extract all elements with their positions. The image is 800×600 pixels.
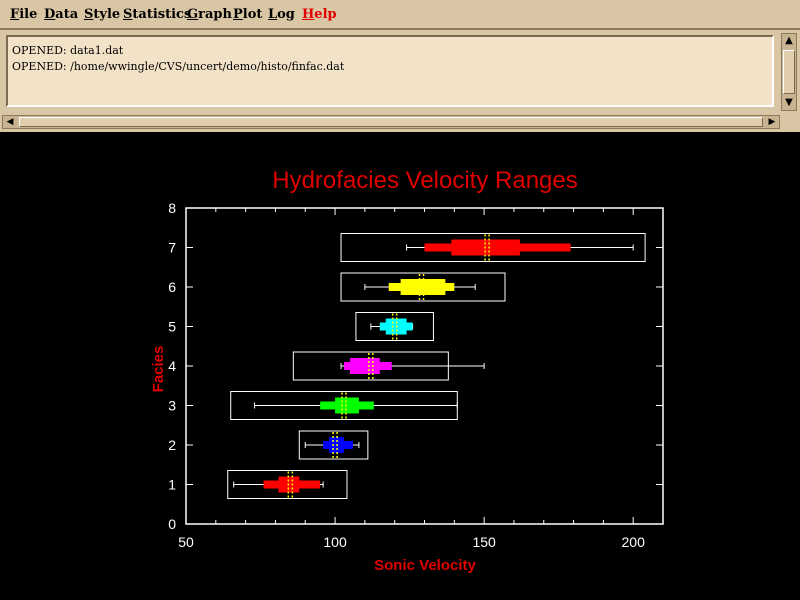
menu-bar: File Data Style Statistics Graph Plot Log Help xyxy=(0,0,800,30)
x-tick-label: 200 xyxy=(622,534,646,550)
box-plot-chart: Hydrofacies Velocity Ranges 50 100 150 200 0 1… xyxy=(150,167,664,574)
x-tick-label: 150 xyxy=(472,534,496,550)
y-tick-label: 4 xyxy=(168,358,176,374)
y-tick-label: 7 xyxy=(168,240,176,256)
menu-statistics[interactable]: Statistics xyxy=(123,7,191,22)
facies-3-inner-box xyxy=(335,397,359,414)
menu-help[interactable]: Help xyxy=(302,7,337,22)
menu-log[interactable]: Log xyxy=(268,7,295,22)
vertical-scrollbar[interactable]: ▲ ▼ xyxy=(781,33,797,111)
y-tick-label: 3 xyxy=(168,398,176,414)
y-axis-label: Facies xyxy=(150,346,167,393)
facies-4-inner-box xyxy=(349,358,380,374)
menu-plot[interactable]: Plot xyxy=(233,7,262,22)
scroll-down-arrow-icon[interactable]: ▼ xyxy=(782,96,796,110)
log-text-area[interactable]: OPENED: data1.dat OPENED: /home/wwingle/… xyxy=(6,35,774,107)
menu-data[interactable]: Data xyxy=(44,7,78,22)
menu-graph[interactable]: Graph xyxy=(187,7,232,22)
y-tick-label: 1 xyxy=(168,477,176,493)
menu-file[interactable]: File xyxy=(10,7,37,22)
x-tick-label: 50 xyxy=(178,534,194,550)
y-tick-label: 5 xyxy=(168,319,176,335)
plot-area: Hydrofacies Velocity Ranges 50 100 150 200 0 1… xyxy=(0,132,800,600)
horizontal-scroll-thumb[interactable] xyxy=(19,117,763,127)
horizontal-scrollbar[interactable]: ◀ ▶ xyxy=(2,115,780,129)
y-tick-label: 0 xyxy=(168,516,176,532)
x-tick-label: 100 xyxy=(323,534,347,550)
x-axis-label: Sonic Velocity xyxy=(374,557,476,574)
log-line: OPENED: /home/wwingle/CVS/uncert/demo/hi… xyxy=(12,60,345,73)
scroll-right-arrow-icon[interactable]: ▶ xyxy=(765,116,779,128)
y-tick-label: 2 xyxy=(168,437,176,453)
y-tick-label: 8 xyxy=(168,200,176,216)
scroll-up-arrow-icon[interactable]: ▲ xyxy=(782,34,796,48)
vertical-scroll-thumb[interactable] xyxy=(783,50,795,94)
log-line: OPENED: data1.dat xyxy=(12,44,124,57)
y-tick-label: 6 xyxy=(168,279,176,295)
log-panel: OPENED: data1.dat OPENED: /home/wwingle/… xyxy=(0,30,800,132)
menu-style[interactable]: Style xyxy=(84,7,120,22)
chart-title: Hydrofacies Velocity Ranges xyxy=(272,167,577,194)
scroll-left-arrow-icon[interactable]: ◀ xyxy=(3,116,17,128)
